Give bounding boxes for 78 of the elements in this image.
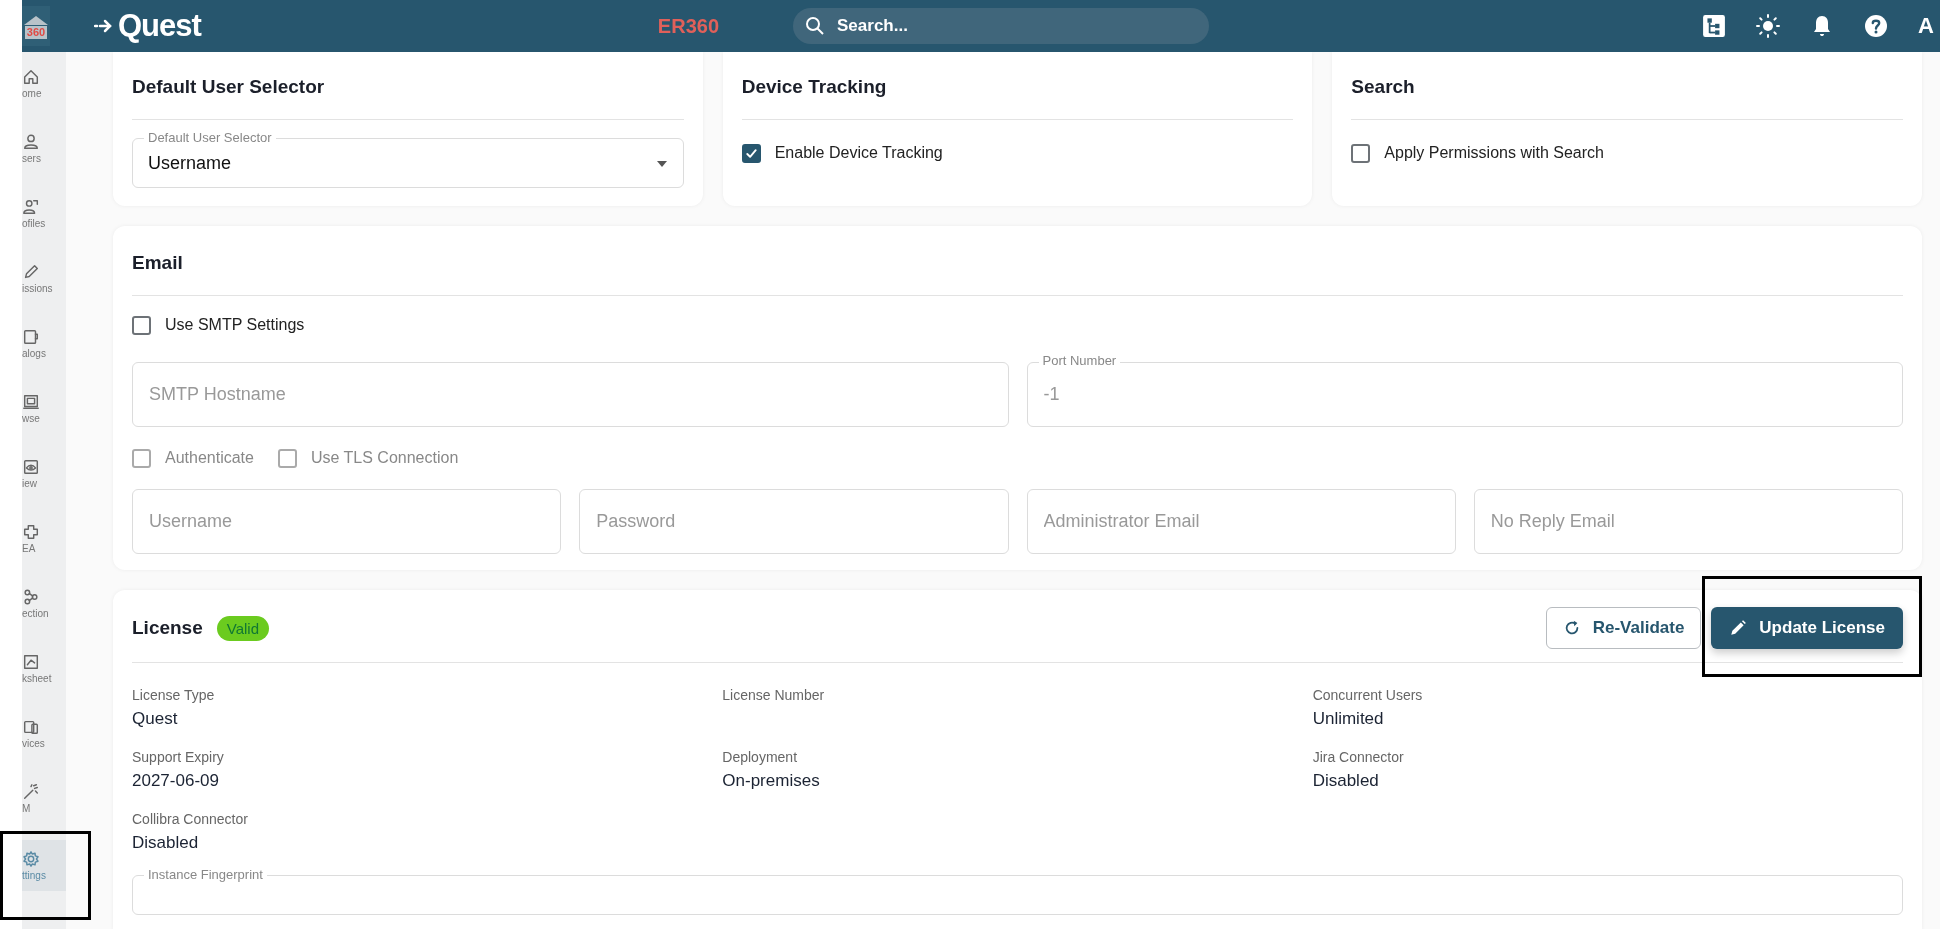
sidebar-item[interactable]: EA — [22, 519, 66, 558]
section-title: License — [132, 617, 203, 639]
detail-label: License Number — [722, 687, 826, 703]
settings-icon — [22, 850, 40, 868]
detail-label: Support Expiry — [132, 749, 225, 765]
sidebar-item[interactable]: ttings — [22, 840, 66, 891]
section-title: Default User Selector — [132, 76, 325, 98]
input-field[interactable]: Username — [132, 489, 562, 554]
pencil-icon — [22, 263, 40, 281]
product-name: ER360 — [657, 14, 719, 38]
caret-icon — [655, 159, 668, 168]
detail-value: 2027-06-09 — [132, 771, 220, 791]
sidebar-item[interactable]: vices — [22, 714, 66, 753]
wand-icon — [22, 783, 40, 801]
hierarchy-icon — [1702, 14, 1727, 38]
sidebar-item[interactable]: ksheet — [22, 649, 66, 688]
building-icon — [22, 13, 50, 26]
book-icon — [22, 328, 40, 346]
checkbox-label: Use TLS Connection — [310, 449, 459, 467]
input-field[interactable]: Administrator Email — [1026, 489, 1456, 554]
puzzle-icon — [22, 523, 40, 541]
home-icon — [22, 68, 40, 86]
devices-icon — [22, 718, 40, 736]
section-title: Device Tracking — [741, 76, 887, 98]
connection-icon — [22, 588, 40, 606]
checkbox-label: Enable Device Tracking — [774, 144, 943, 162]
detail-label: Jira Connector — [1312, 749, 1405, 765]
help-icon — [1864, 14, 1889, 38]
search-field[interactable]: Search... — [793, 8, 1209, 44]
sidebar-item[interactable]: ome — [22, 64, 66, 103]
worksheet-icon — [22, 653, 40, 671]
detail-value: On-premises — [722, 771, 821, 791]
checkbox-label: Use SMTP Settings — [165, 316, 305, 334]
input-field[interactable]: SMTP Hostname — [132, 362, 1009, 427]
sun-icon — [1756, 14, 1781, 38]
update-license-button[interactable]: Update License — [1711, 607, 1903, 649]
users-icon — [22, 198, 40, 216]
sidebar-item[interactable]: alogs — [22, 324, 66, 363]
monitor-icon — [22, 393, 40, 411]
user-icon — [22, 133, 40, 151]
sidebar-item[interactable]: ection — [22, 584, 66, 623]
search-icon — [805, 16, 825, 36]
checkbox-label: Authenticate — [165, 449, 254, 467]
input-field[interactable]: Password — [579, 489, 1009, 554]
detail-value: Unlimited — [1312, 709, 1385, 729]
revalidate-button[interactable]: Re-Validate — [1545, 607, 1702, 649]
sidebar-item[interactable]: issions — [22, 259, 66, 298]
detail-label: Deployment — [722, 749, 799, 765]
pencil-icon — [1729, 619, 1748, 637]
dropdown-field[interactable]: Default User Selector Username — [132, 130, 684, 188]
checkbox-label: Apply Permissions with Search — [1384, 144, 1604, 162]
detail-label: Concurrent Users — [1312, 687, 1424, 703]
checkbox[interactable] — [277, 448, 297, 468]
input-field[interactable]: Instance Fingerprint — [132, 867, 1903, 915]
detail-value: Disabled — [1312, 771, 1380, 791]
detail-label: Collibra Connector — [132, 811, 249, 827]
field-label: Instance Fingerprint — [144, 867, 267, 883]
status-badge: Valid — [216, 615, 269, 641]
checkbox[interactable] — [741, 143, 761, 163]
app-logo: 360 — [22, 6, 50, 46]
detail-label: License Type — [132, 687, 216, 703]
eye-icon — [22, 458, 40, 476]
checkbox[interactable] — [132, 315, 151, 335]
quest-logo: Quest — [94, 8, 201, 44]
avatar-initial[interactable]: A — [1918, 13, 1934, 39]
sidebar-item[interactable]: M — [22, 779, 66, 818]
field-label: Port Number — [1038, 353, 1121, 368]
section-title: Email — [132, 252, 183, 274]
sidebar-item[interactable]: iew — [22, 454, 66, 493]
detail-value: Quest — [132, 709, 179, 729]
sidebar-item[interactable]: wse — [22, 389, 66, 428]
checkbox[interactable] — [132, 448, 151, 468]
sidebar-item[interactable]: sers — [22, 129, 66, 168]
detail-value: Disabled — [132, 833, 200, 853]
section-title: Search — [1351, 76, 1415, 98]
checkbox[interactable] — [1351, 143, 1371, 163]
sidebar-item[interactable]: ofiles — [22, 194, 66, 233]
input-field[interactable]: No Reply Email — [1473, 489, 1903, 554]
